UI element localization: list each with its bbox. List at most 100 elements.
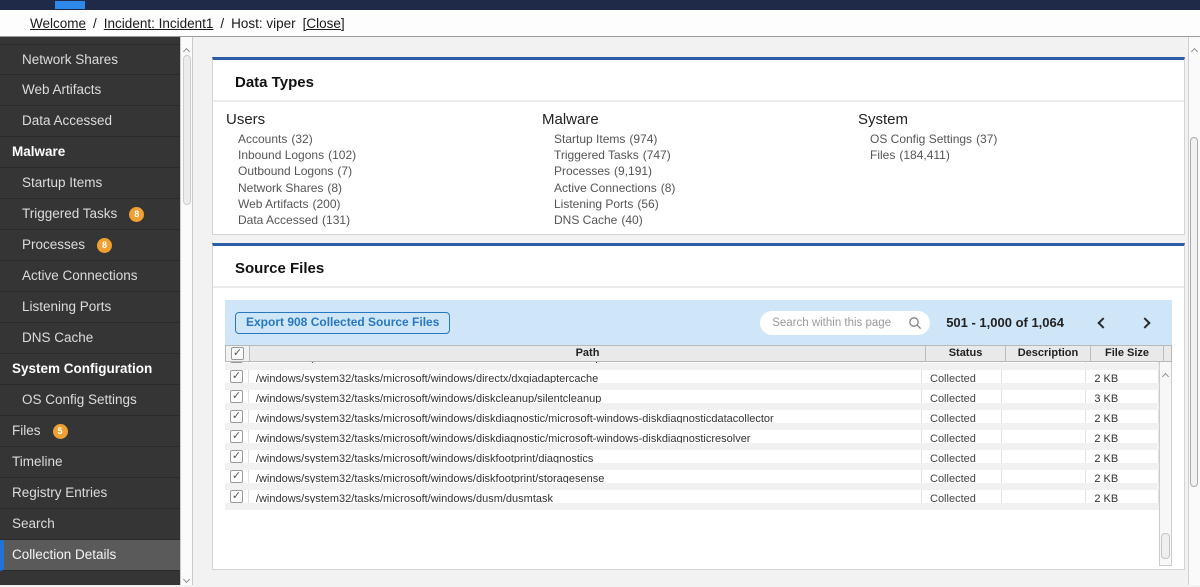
- sidebar-item-active-connections[interactable]: Active Connections: [0, 261, 180, 292]
- chevron-left-icon: [1097, 316, 1109, 329]
- data-type-link-triggered-tasks[interactable]: Triggered Tasks (747): [542, 147, 845, 163]
- table-row[interactable]: ✓ /windows/system32/tasks/microsoft/windo…: [225, 362, 1160, 370]
- data-type-link-accounts[interactable]: Accounts (32): [226, 131, 529, 147]
- sidebar-item-label: Active Connections: [22, 268, 138, 283]
- export-source-files-button[interactable]: Export 908 Collected Source Files: [235, 311, 451, 334]
- row-checkbox[interactable]: ✓: [229, 430, 243, 443]
- cell-path: /windows/system32/tasks/microsoft/window…: [249, 390, 922, 403]
- cell-status: Collected: [922, 362, 1002, 363]
- cell-file-size: 2 KB: [1086, 490, 1160, 503]
- sidebar-item-startup-items[interactable]: Startup Items: [0, 168, 180, 199]
- sidebar-item-label: Timeline: [12, 454, 63, 469]
- row-checkbox[interactable]: ✓: [229, 450, 243, 463]
- row-checkbox[interactable]: ✓: [229, 362, 243, 363]
- table-row[interactable]: ✓ /windows/system32/tasks/microsoft/windo…: [225, 410, 1160, 430]
- data-type-link-listening-ports[interactable]: Listening Ports (56): [542, 196, 845, 212]
- column-header-description[interactable]: Description: [1006, 346, 1091, 361]
- cell-description: [1002, 410, 1087, 423]
- data-type-link-os-config-settings[interactable]: OS Config Settings (37): [858, 131, 1161, 147]
- row-checkbox[interactable]: ✓: [229, 470, 243, 483]
- data-type-link-inbound-logons[interactable]: Inbound Logons (102): [226, 147, 529, 163]
- sidebar-item-web-artifacts[interactable]: Web Artifacts: [0, 75, 180, 106]
- previous-page-button[interactable]: [1090, 312, 1112, 334]
- data-type-link-outbound-logons[interactable]: Outbound Logons (7): [226, 163, 529, 179]
- sidebar-item-dns-cache[interactable]: DNS Cache: [0, 323, 180, 354]
- cell-status: Collected: [922, 490, 1002, 503]
- table-row[interactable]: ✓ /windows/system32/tasks/microsoft/windo…: [225, 370, 1160, 390]
- table-row[interactable]: ✓ /windows/system32/tasks/microsoft/windo…: [225, 450, 1160, 470]
- page-search-box[interactable]: [760, 310, 931, 335]
- sidebar-scrollbar[interactable]: [180, 37, 193, 585]
- cell-file-size: 2 KB: [1086, 450, 1160, 463]
- sidebar-item-os-config-settings[interactable]: OS Config Settings: [0, 385, 180, 416]
- sidebar-item-registry-entries[interactable]: Registry Entries: [0, 478, 180, 509]
- cell-path: /windows/system32/tasks/microsoft/window…: [249, 430, 922, 443]
- row-checkbox-cell: ✓: [225, 470, 249, 483]
- cell-description: [1002, 450, 1087, 463]
- data-type-link-dns-cache[interactable]: DNS Cache (40): [542, 212, 845, 228]
- search-icon: [909, 316, 922, 329]
- row-checkbox[interactable]: ✓: [229, 410, 243, 423]
- data-type-link-data-accessed[interactable]: Data Accessed (131): [226, 212, 529, 228]
- table-scroll-up-icon[interactable]: [1160, 366, 1171, 381]
- table-scrollbar[interactable]: [1159, 362, 1172, 566]
- data-type-count: (8): [660, 180, 676, 195]
- table-row[interactable]: ✓ /windows/system32/tasks/microsoft/windo…: [225, 490, 1160, 510]
- app-top-bar: [0, 0, 1200, 10]
- sidebar-item-timeline[interactable]: Timeline: [0, 447, 180, 478]
- page-search-input[interactable]: [772, 316, 909, 329]
- data-type-label: Triggered Tasks: [554, 148, 639, 163]
- scroll-up-icon[interactable]: [181, 41, 192, 56]
- column-header-path[interactable]: Path: [250, 346, 926, 361]
- pagination-range: 501 - 1,000 of 1,064: [946, 315, 1064, 330]
- data-type-link-startup-items[interactable]: Startup Items (974): [542, 131, 845, 147]
- data-type-link-processes[interactable]: Processes (9,191): [542, 163, 845, 179]
- data-type-label: Active Connections: [554, 180, 657, 195]
- source-files-panel: Source Files Export 908 Collected Source…: [212, 243, 1185, 570]
- cell-description: [1002, 370, 1087, 383]
- data-type-count: (184,411): [899, 148, 950, 163]
- sidebar-item-files[interactable]: Files 5: [0, 416, 180, 447]
- column-header-file-size[interactable]: File Size: [1091, 346, 1164, 361]
- data-type-link-network-shares[interactable]: Network Shares (8): [226, 180, 529, 196]
- table-body: ✓ /windows/system32/tasks/microsoft/windo…: [225, 362, 1160, 566]
- row-checkbox-cell: ✓: [225, 430, 249, 443]
- data-type-label: OS Config Settings: [870, 132, 973, 146]
- scroll-down-icon[interactable]: [181, 569, 192, 584]
- table-header-row: ✓ Path Status Description File Size: [225, 345, 1172, 362]
- table-row[interactable]: ✓ /windows/system32/tasks/microsoft/windo…: [225, 470, 1160, 490]
- data-type-link-files[interactable]: Files (184,411): [858, 147, 1161, 163]
- row-checkbox-cell: ✓: [225, 370, 249, 383]
- data-type-count: (200): [312, 196, 341, 211]
- sidebar-scrollbar-thumb[interactable]: [183, 55, 191, 205]
- sidebar-item-search[interactable]: Search: [0, 509, 180, 540]
- sidebar-item-processes[interactable]: Processes 8: [0, 230, 180, 261]
- sidebar-item-triggered-tasks[interactable]: Triggered Tasks 8: [0, 199, 180, 230]
- select-all-checkbox[interactable]: ✓: [231, 347, 244, 360]
- column-header-status[interactable]: Status: [926, 346, 1006, 361]
- cell-status: Collected: [922, 390, 1002, 403]
- sidebar-item-listening-ports[interactable]: Listening Ports: [0, 292, 180, 323]
- sidebar-item-data-accessed[interactable]: Data Accessed: [0, 106, 180, 137]
- data-type-count: (131): [322, 213, 351, 228]
- sidebar-item-collection-details[interactable]: Collection Details: [0, 540, 180, 571]
- cell-description: [1002, 470, 1087, 483]
- breadcrumb-separator: /: [93, 15, 97, 31]
- row-checkbox[interactable]: ✓: [229, 390, 243, 403]
- page-scroll-up-icon[interactable]: [1189, 41, 1200, 56]
- table-row[interactable]: ✓ /windows/system32/tasks/microsoft/windo…: [225, 390, 1160, 410]
- table-row[interactable]: ✓ /windows/system32/tasks/microsoft/windo…: [225, 430, 1160, 450]
- data-type-link-active-connections[interactable]: Active Connections (8): [542, 180, 845, 196]
- sidebar-item-network-shares[interactable]: Network Shares: [0, 44, 180, 75]
- page-scrollbar[interactable]: [1188, 37, 1200, 585]
- close-host-link[interactable]: [Close]: [303, 16, 345, 31]
- data-type-label: Network Shares: [238, 180, 324, 195]
- next-page-button[interactable]: [1136, 312, 1158, 334]
- page-scrollbar-thumb[interactable]: [1190, 137, 1198, 487]
- breadcrumb-item-incident-incident1[interactable]: Incident: Incident1: [104, 16, 214, 31]
- table-scrollbar-thumb[interactable]: [1161, 533, 1171, 559]
- row-checkbox[interactable]: ✓: [229, 490, 243, 503]
- data-type-link-web-artifacts[interactable]: Web Artifacts (200): [226, 196, 529, 212]
- breadcrumb-item-welcome[interactable]: Welcome: [30, 16, 86, 31]
- row-checkbox[interactable]: ✓: [229, 370, 243, 383]
